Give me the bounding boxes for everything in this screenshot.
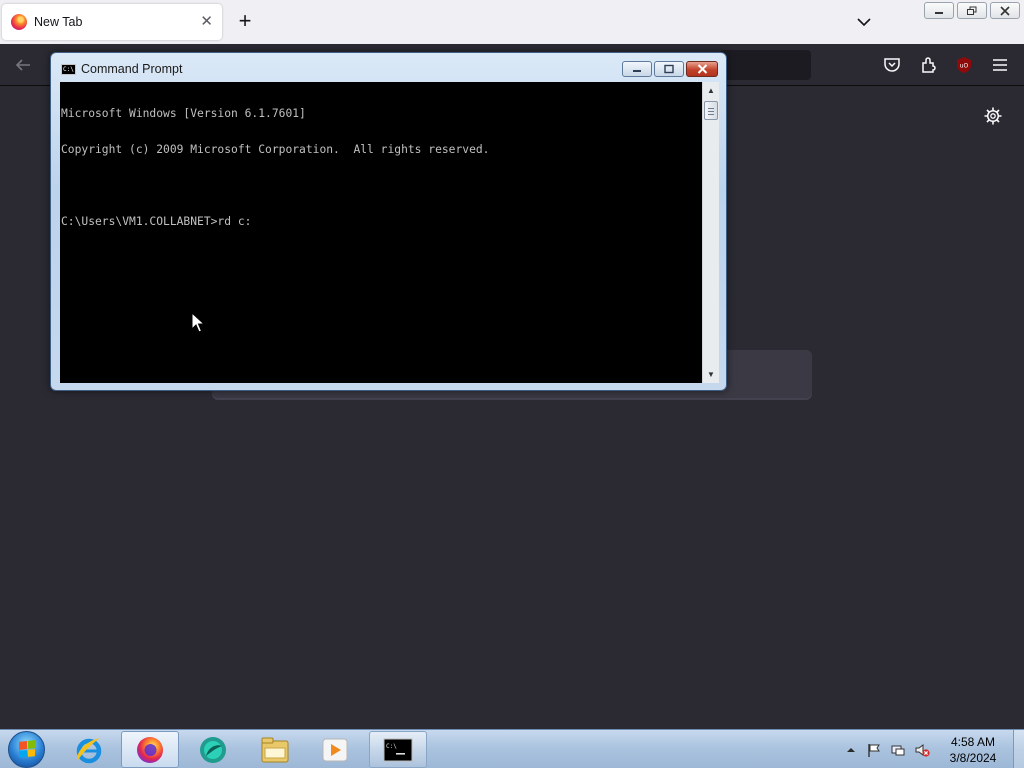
show-hidden-icons-icon[interactable] xyxy=(843,742,859,758)
url-bar[interactable] xyxy=(720,50,811,80)
restore-icon xyxy=(967,6,977,15)
taskbar-firefox[interactable] xyxy=(121,731,179,768)
mouse-cursor-icon xyxy=(191,312,205,333)
file-explorer-icon xyxy=(261,737,289,762)
tab-title: New Tab xyxy=(34,15,83,29)
window-title: Command Prompt xyxy=(81,62,183,76)
pocket-icon[interactable] xyxy=(882,55,902,75)
volume-muted-icon[interactable] xyxy=(914,742,930,758)
network-icon[interactable] xyxy=(890,742,906,758)
ublock-origin-icon[interactable]: uO xyxy=(954,55,974,75)
command-prompt-icon: C:\ xyxy=(61,64,76,75)
vertical-scrollbar[interactable]: ▲ ▼ xyxy=(702,82,719,383)
command-prompt-icon: C:\ xyxy=(383,738,413,761)
scroll-up-icon[interactable]: ▲ xyxy=(703,82,719,99)
clock-date: 3/8/2024 xyxy=(949,751,997,765)
window-controls xyxy=(924,2,1020,19)
restore-button[interactable] xyxy=(957,2,987,19)
taskbar-command-prompt[interactable]: C:\ xyxy=(369,731,427,768)
maximize-icon xyxy=(664,64,674,74)
media-player-icon xyxy=(322,738,348,761)
cmd-window-controls xyxy=(622,61,718,77)
console-output[interactable]: Microsoft Windows [Version 6.1.7601] Cop… xyxy=(60,82,702,383)
firefox-icon xyxy=(137,736,163,763)
start-button[interactable] xyxy=(8,731,45,768)
taskbar-internet-explorer[interactable] xyxy=(60,731,118,768)
close-icon xyxy=(1000,5,1010,16)
close-tab-icon[interactable]: ✕ xyxy=(200,13,213,31)
minimize-icon xyxy=(935,11,943,14)
svg-text:C:\: C:\ xyxy=(386,743,397,750)
svg-text:uO: uO xyxy=(960,63,969,70)
console-line: Microsoft Windows [Version 6.1.7601] xyxy=(61,107,306,120)
close-icon xyxy=(697,64,707,74)
console-prompt-line: C:\Users\VM1.COLLABNET>rd c: xyxy=(61,215,252,228)
taskbar-file-explorer[interactable] xyxy=(246,731,304,768)
tab-strip: New Tab ✕ + xyxy=(0,0,1024,44)
taskbar: C:\ 4:58 AM 3/8/2024 xyxy=(0,729,1024,768)
extensions-icon[interactable] xyxy=(919,55,939,75)
firefox-icon xyxy=(11,14,27,30)
cmd-maximize-button[interactable] xyxy=(654,61,684,77)
close-window-button[interactable] xyxy=(990,2,1020,19)
app-icon xyxy=(200,736,226,763)
action-center-flag-icon[interactable] xyxy=(866,742,882,758)
minimize-button[interactable] xyxy=(924,2,954,19)
cmd-minimize-button[interactable] xyxy=(622,61,652,77)
new-tab-button[interactable]: + xyxy=(233,9,257,33)
scrollbar-thumb[interactable] xyxy=(704,101,718,120)
menu-icon[interactable] xyxy=(990,55,1010,75)
clock-time: 4:58 AM xyxy=(950,735,996,749)
back-arrow-icon[interactable] xyxy=(13,55,33,75)
windows-logo-icon xyxy=(19,740,35,758)
internet-explorer-icon xyxy=(76,737,102,763)
clock[interactable]: 4:58 AM 3/8/2024 xyxy=(940,734,1006,766)
minimize-icon xyxy=(633,70,641,72)
chevron-down-icon[interactable] xyxy=(854,12,874,32)
scroll-down-icon[interactable]: ▼ xyxy=(703,366,719,383)
console-line: Copyright (c) 2009 Microsoft Corporation… xyxy=(61,143,490,156)
tab-new-tab[interactable]: New Tab ✕ xyxy=(2,4,222,40)
taskbar-media-player[interactable] xyxy=(306,731,364,768)
command-prompt-window[interactable]: C:\ Command Prompt Microsoft Windows [Ve… xyxy=(50,52,727,391)
cmd-close-button[interactable] xyxy=(686,61,718,77)
show-desktop-button[interactable] xyxy=(1013,730,1024,768)
taskbar-app[interactable] xyxy=(184,731,242,768)
gear-icon[interactable] xyxy=(983,106,1003,126)
title-bar[interactable]: C:\ Command Prompt xyxy=(51,53,726,81)
